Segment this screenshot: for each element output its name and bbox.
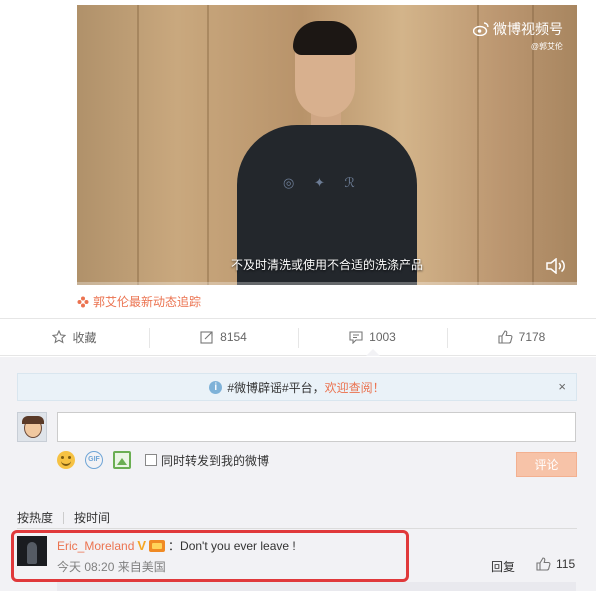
comment-line: Eric_Moreland V ：Don't you ever leave ! [57,537,296,554]
repost-icon [200,330,214,344]
favorite-label: 收藏 [72,330,97,345]
comment-sort: 按热度 按时间 [17,509,110,526]
comment-count: 1003 [369,330,396,344]
like-button[interactable]: 7178 [447,319,596,355]
comment-source: 来自美国 [117,560,166,574]
follow-link-text: 郭艾伦最新动态追踪 [93,295,202,309]
weibo-logo-icon [473,22,489,36]
volume-icon[interactable] [545,258,567,274]
like-icon [498,330,513,344]
notice-text: #微博辟谣#平台， [227,380,325,395]
comment-item: Eric_Moreland V ：Don't you ever leave ! … [0,529,596,575]
weibo-flower-icon [77,296,89,308]
repost-count: 8154 [220,330,247,344]
avatar-hat [22,416,44,424]
info-icon: i [209,380,223,394]
comment-time: 今天 08:20 [57,560,115,574]
my-avatar[interactable] [17,412,47,442]
image-icon[interactable] [113,451,131,469]
follow-link[interactable]: 郭艾伦最新动态追踪 [77,293,201,310]
comment-icon [349,330,363,344]
next-comment-stub [57,582,576,591]
comment-like-count: 115 [556,557,576,571]
video-person: ◎ ✦ ℛ [237,21,467,285]
comment-username[interactable]: Eric_Moreland [57,539,134,553]
comment-meta: 今天 08:20 来自美国 [57,558,166,575]
person-hair [293,21,357,55]
curtain-fold [207,5,209,285]
comment-text: ：Don't you ever leave ! [168,539,296,553]
video-player[interactable]: ◎ ✦ ℛ 微博视频号 @郭艾伦 不及时清洗或使用不合适的洗涤产品 [77,5,577,285]
repost-checkbox-label: 同时转发到我的微博 [161,453,270,468]
watermark-author: @郭艾伦 [530,42,563,51]
repost-button[interactable]: 8154 [149,319,298,355]
curtain-fold [137,5,139,285]
like-icon [536,557,551,571]
close-icon[interactable]: × [558,379,566,394]
notice-link[interactable]: 欢迎查阅！ [325,379,385,396]
sort-separator [63,511,65,524]
emoji-icon[interactable] [57,451,75,469]
comment-button[interactable]: 1003 [298,319,447,356]
favorite-button[interactable]: 收藏 [0,319,149,355]
like-count: 7178 [518,330,546,344]
comment-area: i #微博辟谣#平台， 欢迎查阅！ × GIF 同时转发到我的微博 评论 按热度… [0,357,596,591]
watermark-title: 微博视频号 [493,21,563,37]
submit-comment-button[interactable]: 评论 [516,452,577,477]
rumor-notice-bar: i #微博辟谣#平台， 欢迎查阅！ × [17,373,577,401]
comment-input[interactable] [57,412,576,442]
video-watermark: 微博视频号 @郭艾伦 [473,19,563,52]
video-progress-bar[interactable] [77,282,577,285]
repost-checkbox[interactable] [145,454,157,466]
comment-like-button[interactable]: 115 [536,557,575,571]
shirt-logo: ◎ ✦ ℛ [283,175,363,190]
star-icon [52,330,67,344]
verified-badge-icon[interactable]: V [137,538,146,553]
gif-icon[interactable]: GIF [85,451,103,469]
sort-by-hot[interactable]: 按热度 [17,509,53,526]
avatar[interactable] [17,536,47,566]
vip-badge-icon[interactable] [149,539,166,552]
reply-button[interactable]: 回复 [491,558,515,575]
composer-toolbar: GIF 同时转发到我的微博 [57,451,269,469]
avatar-figure [27,542,37,564]
sort-by-time[interactable]: 按时间 [74,509,110,526]
video-subtitle: 不及时清洗或使用不合适的洗涤产品 [230,258,423,272]
action-bar: 收藏 8154 1003 7178 [0,318,596,356]
